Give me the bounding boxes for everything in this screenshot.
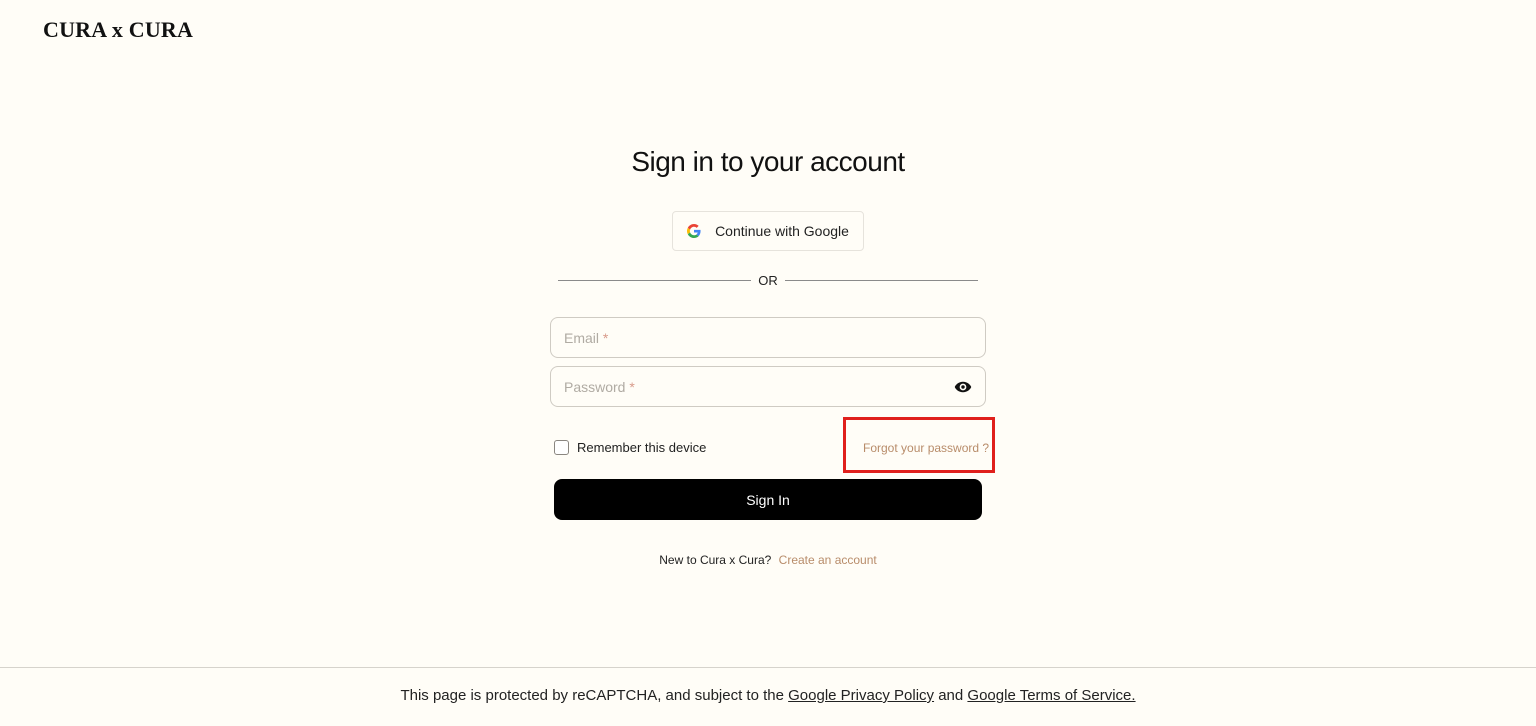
recaptcha-notice: This page is protected by reCAPTCHA, and…: [0, 687, 1536, 704]
create-account-row: New to Cura x Cura? Create an account: [0, 553, 1536, 567]
email-field[interactable]: [551, 318, 985, 357]
divider-right: [785, 280, 978, 281]
recaptcha-notice-text: This page is protected by reCAPTCHA, and…: [400, 687, 784, 704]
forgot-password-link[interactable]: Forgot your password ?: [863, 441, 989, 455]
divider-or: OR: [758, 273, 778, 288]
email-field-wrapper: Email *: [550, 317, 986, 358]
terms-of-service-link[interactable]: Google Terms of Service.: [967, 687, 1135, 704]
footer-divider: [0, 667, 1536, 668]
privacy-policy-link[interactable]: Google Privacy Policy: [788, 687, 934, 704]
create-account-link[interactable]: Create an account: [779, 553, 877, 567]
eye-icon[interactable]: [954, 378, 972, 396]
continue-with-google-button[interactable]: Continue with Google: [672, 211, 864, 251]
recaptcha-and-text: and: [938, 687, 964, 704]
new-user-prompt: New to Cura x Cura?: [659, 553, 772, 567]
sign-in-button[interactable]: Sign In: [554, 479, 982, 520]
brand-logo[interactable]: CURA x CURA: [43, 17, 193, 43]
remember-device-label[interactable]: Remember this device: [577, 440, 706, 455]
password-field[interactable]: [551, 367, 985, 406]
divider-left: [558, 280, 751, 281]
google-button-label: Continue with Google: [715, 223, 849, 239]
remember-device-checkbox[interactable]: [554, 440, 569, 455]
password-field-wrapper: Password *: [550, 366, 986, 407]
google-g-icon: [687, 224, 701, 238]
page-title: Sign in to your account: [631, 146, 905, 177]
remember-device: Remember this device: [554, 440, 706, 455]
